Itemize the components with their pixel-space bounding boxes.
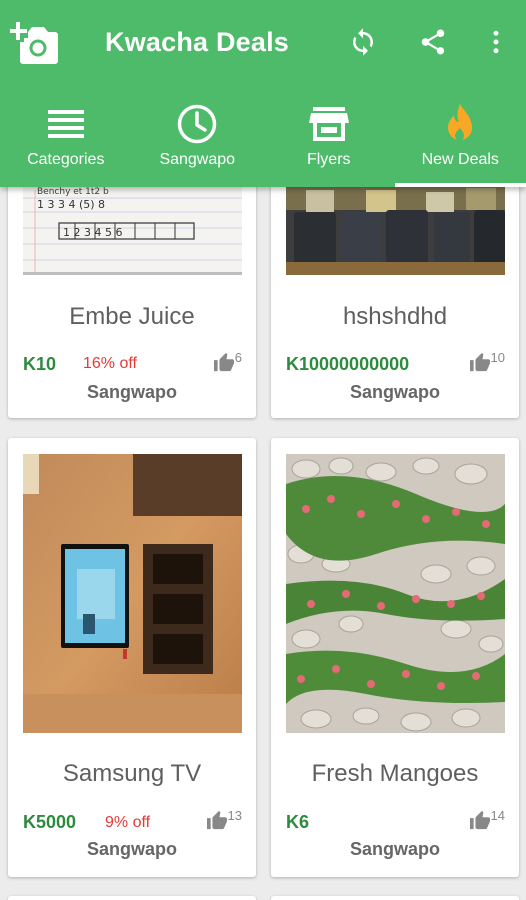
tab-new-deals[interactable]: New Deals <box>395 96 526 187</box>
tv-photo <box>23 454 242 733</box>
deal-card[interactable]: Samsung TV K5000 9% off 13 Sangwapo <box>8 438 256 877</box>
likes-count[interactable]: 6 <box>213 350 242 372</box>
list-icon <box>44 102 88 146</box>
likes-count[interactable]: 13 <box>206 808 242 830</box>
app-bar: Kwacha Deals Categories Sangwapo Flyers <box>0 0 526 187</box>
deal-name: Embe Juice <box>69 303 195 330</box>
deal-price: K5000 <box>23 812 77 832</box>
likes-number: 14 <box>490 808 505 823</box>
flame-icon <box>438 102 482 146</box>
tab-label: Flyers <box>306 151 351 168</box>
thumbs-up-icon <box>469 352 490 372</box>
thumbs-up-icon <box>213 352 234 372</box>
tab-label: New Deals <box>421 151 499 168</box>
likes-count[interactable]: 10 <box>469 350 505 372</box>
deal-card[interactable]: Fresh Mangoes K6 14 Sangwapo <box>271 438 519 877</box>
tab-bar: Categories Sangwapo Flyers New Deals <box>0 96 526 187</box>
deal-name: hshshdhd <box>342 303 448 330</box>
svg-text:1 2 3 4 5 6: 1 2 3 4 5 6 <box>63 226 122 239</box>
thumbs-up-icon <box>469 810 490 830</box>
svg-text:Benchy et 1t2 b: Benchy et 1t2 b <box>37 187 109 197</box>
tab-sangwapo[interactable]: Sangwapo <box>132 96 264 187</box>
deal-discount: 9% off <box>105 814 151 831</box>
deal-card[interactable]: Benchy et 1t2 b 1 3 3 4 (5) 8 1 2 3 4 5 … <box>8 150 256 418</box>
tab-flyers[interactable]: Flyers <box>263 96 395 187</box>
sync-icon <box>353 28 373 56</box>
deal-price: K6 <box>286 812 310 832</box>
likes-number: 13 <box>227 808 242 823</box>
refresh-button[interactable] <box>345 24 381 60</box>
deal-card[interactable] <box>271 896 519 900</box>
share-button[interactable] <box>415 24 451 60</box>
deal-name: Samsung TV <box>62 760 202 787</box>
add-photo-button[interactable] <box>10 20 60 66</box>
clock-icon <box>175 102 219 146</box>
store-name: Sangwapo <box>86 382 177 402</box>
deal-price: K10000000000 <box>286 354 410 374</box>
active-tab-indicator <box>395 183 526 187</box>
deal-price: K10 <box>23 354 57 374</box>
likes-count[interactable]: 14 <box>469 808 505 830</box>
deal-name: Fresh Mangoes <box>311 760 479 787</box>
app-title: Kwacha Deals <box>105 27 289 57</box>
more-vert-icon <box>493 30 499 54</box>
deal-card[interactable]: hshshdhd K10000000000 10 Sangwapo <box>271 150 519 418</box>
deal-card[interactable] <box>8 896 256 900</box>
flower-garden-photo <box>286 454 505 733</box>
add-camera-icon <box>10 22 58 64</box>
share-icon <box>421 29 445 55</box>
store-name: Sangwapo <box>86 839 177 859</box>
store-icon <box>307 102 351 146</box>
overflow-menu-button[interactable] <box>478 24 514 60</box>
thumbs-up-icon <box>206 810 227 830</box>
store-name: Sangwapo <box>349 382 440 402</box>
tab-categories[interactable]: Categories <box>0 96 132 187</box>
tab-label: Sangwapo <box>159 151 236 168</box>
tab-label: Categories <box>27 151 105 168</box>
store-name: Sangwapo <box>349 839 440 859</box>
svg-text:1 3 3 4 (5) 8: 1 3 3 4 (5) 8 <box>37 198 105 211</box>
deal-discount: 16% off <box>83 355 137 372</box>
likes-number: 10 <box>490 350 505 365</box>
likes-number: 6 <box>234 350 242 365</box>
